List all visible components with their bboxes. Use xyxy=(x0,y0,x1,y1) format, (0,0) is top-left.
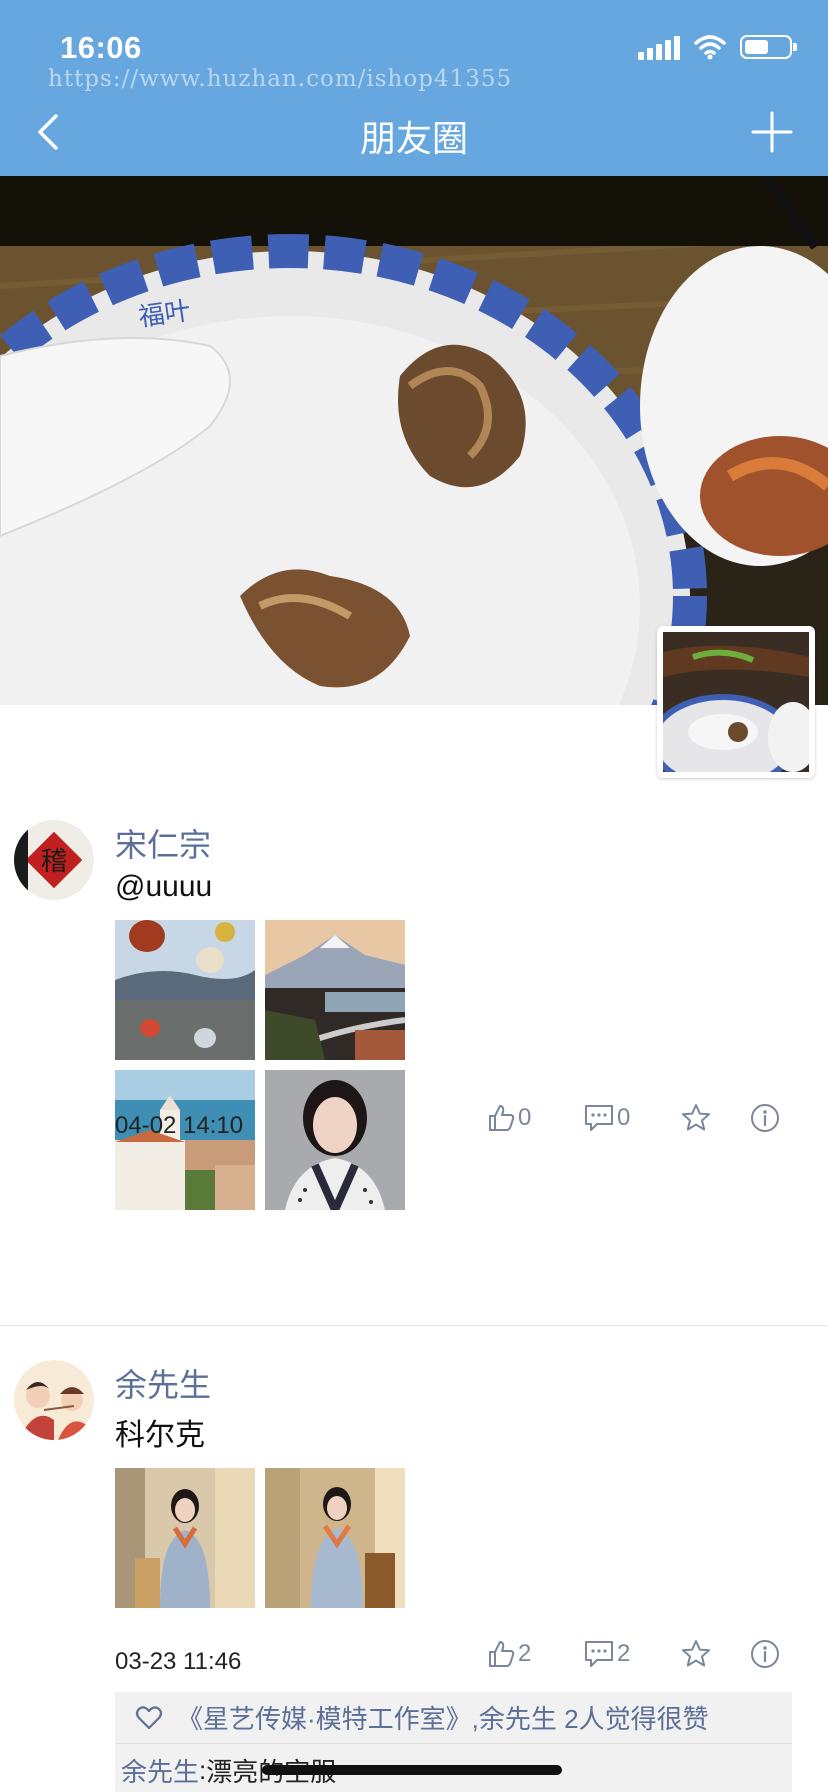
comment-count: 0 xyxy=(617,1104,631,1131)
top-bar: 16:06 https://www.huzhan.com/ishop41355 … xyxy=(0,0,828,176)
info-icon xyxy=(751,1640,779,1668)
post-image[interactable] xyxy=(265,1070,405,1210)
home-indicator[interactable] xyxy=(262,1765,562,1775)
post-time: 03-23 11:46 xyxy=(115,1648,242,1675)
add-post-button[interactable] xyxy=(750,110,794,154)
star-icon xyxy=(682,1640,710,1667)
image-grid xyxy=(115,1468,405,1608)
avatar-character: 稽 xyxy=(41,847,67,877)
like-count: 2 xyxy=(518,1640,532,1667)
comment-icon xyxy=(585,1641,613,1667)
battery-icon xyxy=(740,35,797,59)
comment-author[interactable]: 余先生 xyxy=(121,1752,199,1789)
wifi-icon xyxy=(694,35,726,60)
post-image[interactable] xyxy=(115,1468,255,1608)
favorite-button[interactable] xyxy=(680,1100,750,1136)
post-divider xyxy=(0,1325,828,1326)
watermark-url: https://www.huzhan.com/ishop41355 xyxy=(48,66,513,92)
moment-post: 稽 宋仁宗 @uuuu 04-02 14:10 0 0 xyxy=(0,800,828,1320)
comment-button[interactable]: 0 xyxy=(583,1100,680,1136)
cellular-signal-icon xyxy=(638,34,680,60)
info-button[interactable] xyxy=(750,1636,780,1672)
likes-summary[interactable]: 《星艺传媒·模特工作室》,余先生 2人觉得很赞 xyxy=(115,1692,792,1744)
liked-by-text: 《星艺传媒·模特工作室》,余先生 2人觉得很赞 xyxy=(177,1704,709,1734)
post-image[interactable] xyxy=(265,1468,405,1608)
post-image[interactable] xyxy=(115,920,255,1060)
info-button[interactable] xyxy=(750,1100,780,1136)
info-icon xyxy=(751,1104,779,1132)
comment-count: 2 xyxy=(617,1640,631,1667)
post-time: 04-02 14:10 xyxy=(115,1112,244,1139)
post-text: 科尔克 xyxy=(115,1419,205,1452)
action-bar: 0 0 xyxy=(486,1100,780,1136)
author-avatar[interactable]: 稽 xyxy=(14,820,94,900)
moment-post: 余先生 科尔克 03-23 11:46 2 2 《星艺传媒·模特工作室》,余先生… xyxy=(0,1340,828,1792)
action-bar: 2 2 xyxy=(486,1636,780,1672)
like-button[interactable]: 0 xyxy=(486,1100,583,1136)
comment-button[interactable]: 2 xyxy=(583,1636,680,1672)
comment-separator: : xyxy=(199,1754,207,1785)
post-image[interactable] xyxy=(115,1070,255,1210)
interaction-box: 《星艺传媒·模特工作室》,余先生 2人觉得很赞 余先生:漂亮的空服 xyxy=(115,1692,792,1792)
heart-icon xyxy=(135,1705,163,1729)
post-text: @uuuu xyxy=(115,870,213,903)
author-avatar[interactable] xyxy=(14,1360,94,1440)
thumbs-up-icon xyxy=(489,1641,515,1667)
author-name[interactable]: 宋仁宗 xyxy=(115,820,211,866)
thumbs-up-icon xyxy=(489,1105,515,1131)
post-image[interactable] xyxy=(265,920,405,1060)
image-grid xyxy=(115,920,405,1210)
author-name[interactable]: 余先生 xyxy=(115,1360,211,1406)
comment-icon xyxy=(585,1105,613,1131)
page-title: 朋友圈 xyxy=(359,118,468,159)
star-icon xyxy=(682,1104,710,1131)
status-icons xyxy=(638,34,797,60)
like-button[interactable]: 2 xyxy=(486,1636,583,1672)
favorite-button[interactable] xyxy=(680,1636,750,1672)
my-avatar[interactable] xyxy=(657,626,815,778)
like-count: 0 xyxy=(518,1104,532,1131)
status-time: 16:06 xyxy=(60,30,142,65)
